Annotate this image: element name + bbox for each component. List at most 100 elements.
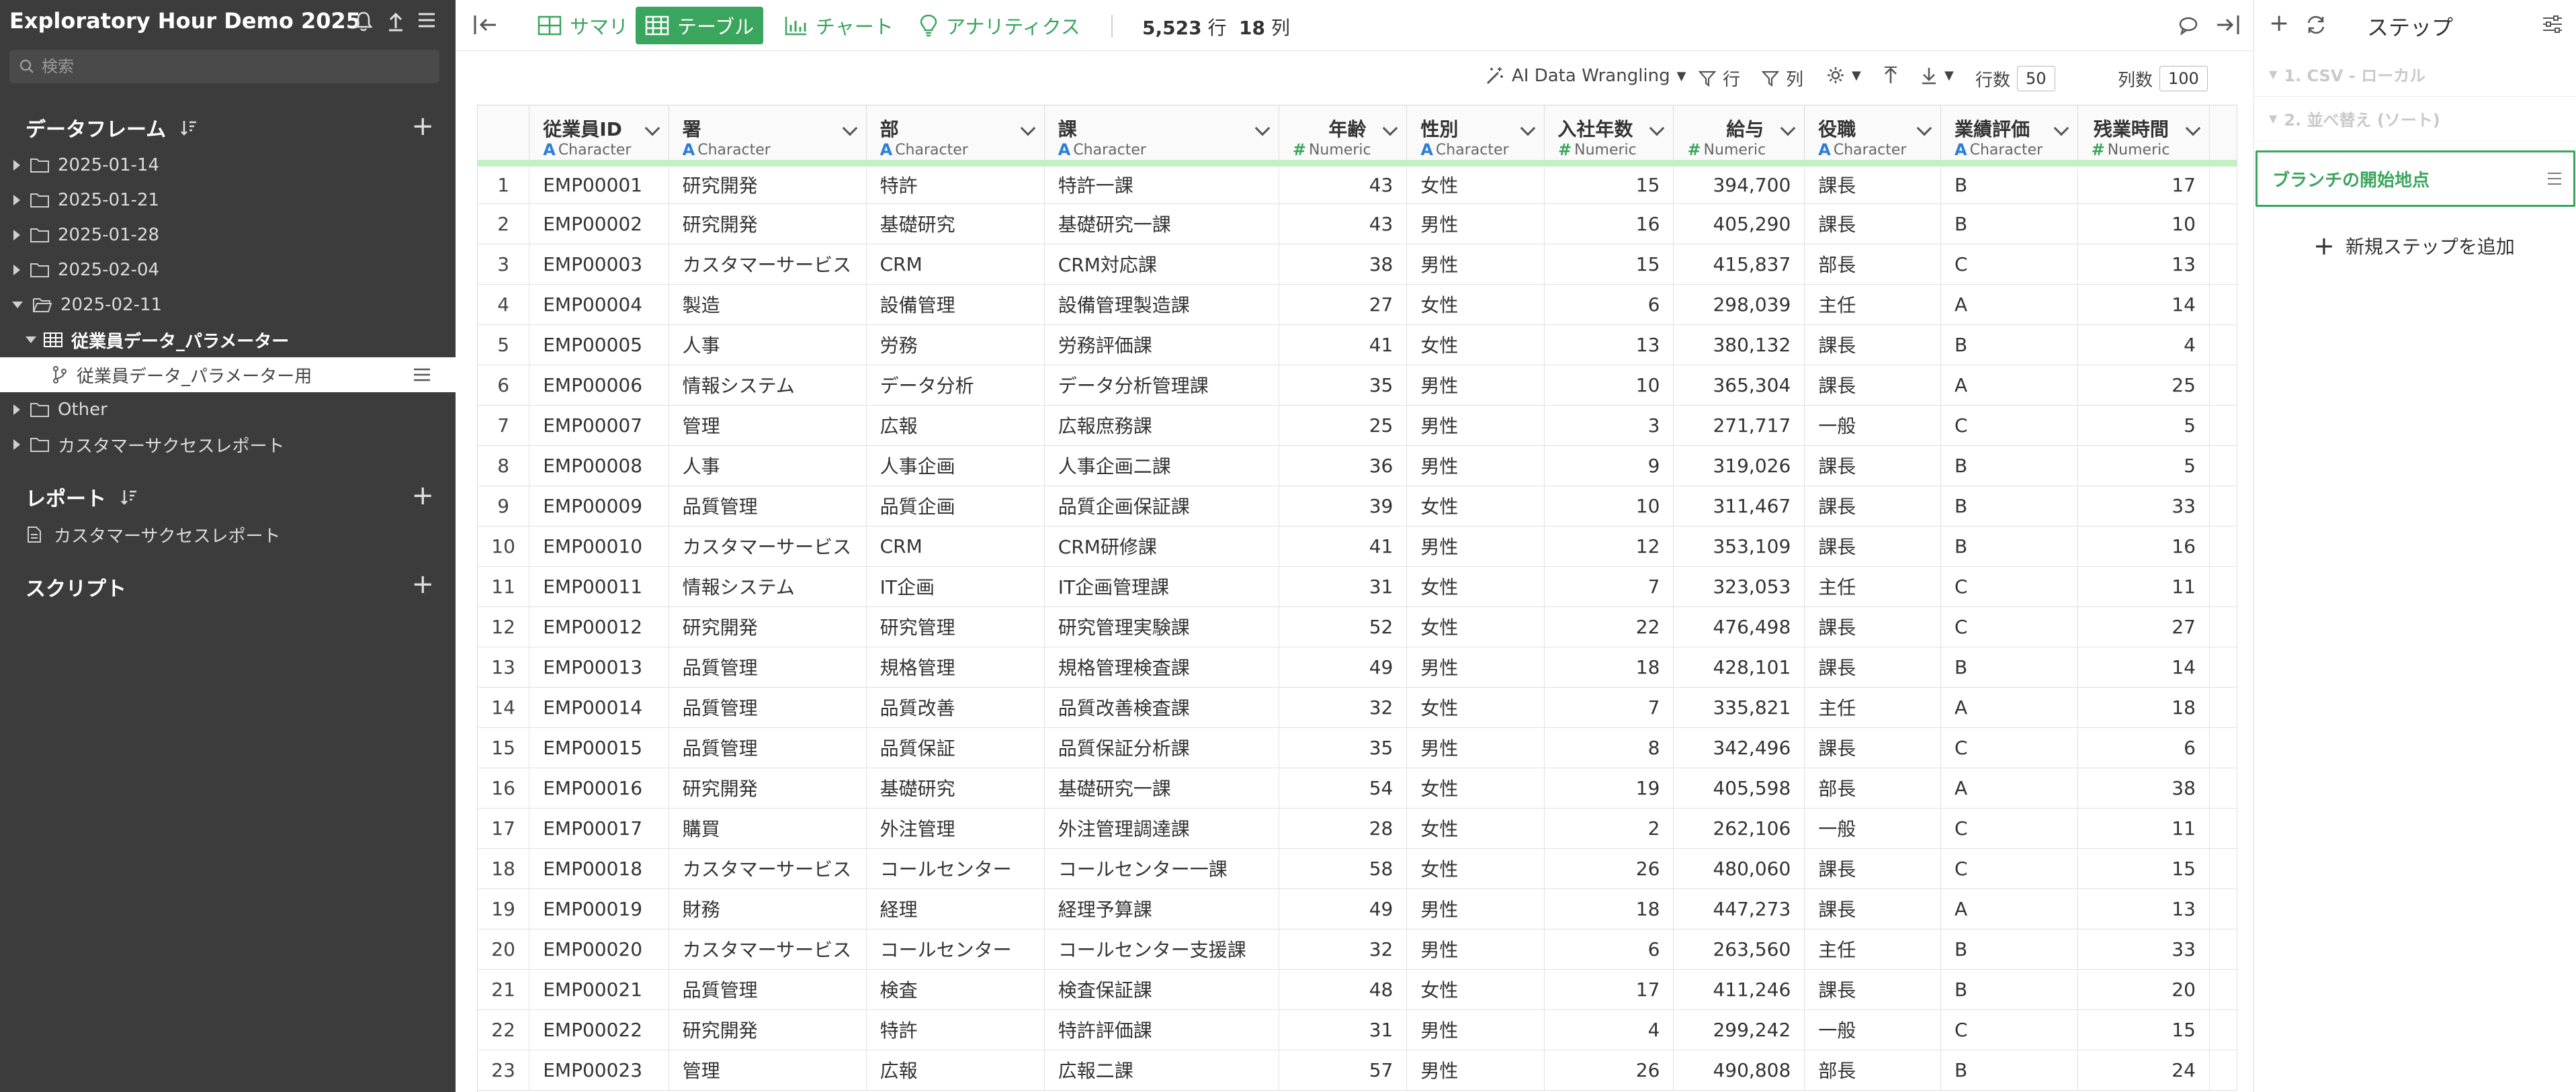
table-row[interactable]: 14 EMP00014 品質管理 品質改善 品質改善検査課 32 女性 7 335,821 主任 A…: [478, 687, 2237, 728]
add-dataframe-button[interactable]: +: [411, 113, 434, 140]
branch-start-step[interactable]: ブランチの開始地点: [2256, 150, 2575, 207]
table-row[interactable]: 5 EMP00005 人事 労務 労務評価課 41 女性 13 380,132 課長 B 4: [478, 324, 2237, 365]
table-row[interactable]: 13 EMP00013 品質管理 規格管理 規格管理検査課 49 男性 18 428,101 課長…: [478, 647, 2237, 688]
collapse-right-panel-icon[interactable]: [2215, 13, 2240, 36]
table-row[interactable]: 22 EMP00022 研究開発 特許 特許評価課 31 男性 4 299,242 一般 C 15: [478, 1009, 2237, 1050]
table-row[interactable]: 23 EMP00023 管理 広報 広報二課 57 男性 26 490,808 部長 B 24: [478, 1050, 2237, 1091]
sort-icon[interactable]: [179, 118, 198, 137]
report-item[interactable]: カスタマーサクセスレポート: [0, 517, 456, 552]
hamburger-icon[interactable]: [2546, 171, 2563, 186]
table-row[interactable]: 11 EMP00011 情報システム IT企画 IT企画管理課 31 女性 7 323,053 主…: [478, 566, 2237, 607]
add-new-step-button[interactable]: + 新規ステップを追加: [2313, 231, 2515, 261]
folder-item-expanded[interactable]: 2025-02-11: [0, 287, 456, 322]
add-step-plus-button[interactable]: +: [2269, 9, 2289, 37]
folder-item[interactable]: Other: [0, 392, 456, 427]
table-cell: 25: [1279, 405, 1408, 446]
dataframe-item[interactable]: 従業員データ_パラメーター: [0, 322, 456, 357]
column-header[interactable]: 部 A Character: [866, 105, 1045, 167]
table-options-bar: AI Data Wrangling ▼ 行 列 ▼ ▼ 行数 50 列数 100: [456, 51, 2253, 105]
table-row[interactable]: 4 EMP00004 製造 設備管理 設備管理製造課 27 女性 6 298,039 主任 A 14: [478, 284, 2237, 325]
app-title[interactable]: Exploratory Hour Demo 2025: [9, 8, 361, 34]
table-row[interactable]: 18 EMP00018 カスタマーサービス コールセンター コールセンター一課 58 女性 2…: [478, 848, 2237, 889]
tab-table[interactable]: テーブル: [636, 7, 764, 44]
chevron-down-icon[interactable]: [1520, 120, 1536, 136]
chevron-down-icon[interactable]: [842, 120, 857, 136]
folder-item[interactable]: 2025-01-14: [0, 148, 456, 183]
data-grid[interactable]: 従業員ID A Character 署 A Character 部 A Character 課 A C…: [477, 105, 2237, 1092]
comment-icon[interactable]: [2178, 16, 2198, 35]
menu-icon[interactable]: [415, 11, 438, 34]
table-cell: 14: [2077, 647, 2210, 688]
column-header[interactable]: 課 A Character: [1044, 105, 1279, 167]
table-row[interactable]: 7 EMP00007 管理 広報 広報庶務課 25 男性 3 271,717 一般 C 5: [478, 405, 2237, 446]
table-row[interactable]: 21 EMP00021 品質管理 検査 検査保証課 48 女性 17 411,246 課長 B 20: [478, 969, 2237, 1010]
download-button[interactable]: ▼: [1920, 66, 1954, 85]
branch-item[interactable]: 従業員データ_パラメーター用: [0, 357, 456, 392]
step-item[interactable]: ▼ 1. CSV - ローカル: [2254, 52, 2576, 97]
table-cell-overflow: [2209, 969, 2237, 1010]
table-cell: 品質管理: [669, 687, 867, 728]
table-row[interactable]: 20 EMP00020 カスタマーサービス コールセンター コールセンター支援課 32 男性…: [478, 929, 2237, 970]
table-row[interactable]: 16 EMP00016 研究開発 基礎研究 基礎研究一課 54 女性 19 405,598 部長 A…: [478, 768, 2237, 809]
column-header[interactable]: 役職 A Character: [1804, 105, 1941, 167]
tab-summary[interactable]: サマリ: [528, 7, 638, 44]
chevron-down-icon[interactable]: [1254, 120, 1271, 136]
column-type-label: Character: [1435, 141, 1509, 158]
table-row[interactable]: 12 EMP00012 研究開発 研究管理 研究管理実験課 52 女性 22 476,498 課長…: [478, 606, 2237, 647]
column-header[interactable]: 入社年数 # Numeric: [1544, 105, 1674, 167]
settings-button[interactable]: ▼: [1826, 66, 1861, 85]
folder-item[interactable]: カスタマーサクセスレポート: [0, 427, 456, 462]
step-item[interactable]: ▼ 2. 並べ替え (ソート): [2254, 97, 2576, 141]
upload-icon[interactable]: [384, 11, 407, 34]
add-script-button[interactable]: +: [411, 571, 434, 598]
column-header[interactable]: 署 A Character: [669, 105, 867, 167]
chevron-down-icon[interactable]: [1780, 120, 1796, 136]
column-header[interactable]: 年齢 # Numeric: [1279, 105, 1408, 167]
chevron-down-icon[interactable]: [1383, 120, 1398, 136]
table-cell: 人事: [669, 445, 867, 486]
cols-count-input[interactable]: 100: [2159, 66, 2208, 91]
chevron-down-icon[interactable]: [2185, 120, 2201, 136]
folder-item[interactable]: 2025-01-21: [0, 183, 456, 218]
scroll-top-button[interactable]: [1883, 66, 1899, 85]
collapse-sidebar-icon[interactable]: [473, 13, 499, 36]
col-filter-button[interactable]: 列: [1762, 66, 1803, 91]
column-header[interactable]: 従業員ID A Character: [529, 105, 669, 167]
chevron-down-icon[interactable]: [1649, 120, 1665, 136]
table-cell: B: [1940, 324, 2078, 365]
table-row[interactable]: 19 EMP00019 財務 経理 経理予算課 49 男性 18 447,273 課長 A 13: [478, 889, 2237, 929]
table-row[interactable]: 9 EMP00009 品質管理 品質企画 品質企画保証課 39 女性 10 311,467 課長 B…: [478, 486, 2237, 527]
column-header[interactable]: 性別 A Character: [1406, 105, 1545, 167]
table-row[interactable]: 3 EMP00003 カスタマーサービス CRM CRM対応課 38 男性 15 415,837…: [478, 244, 2237, 285]
ai-data-wrangling-button[interactable]: AI Data Wrangling ▼: [1485, 66, 1686, 86]
chevron-down-icon[interactable]: [644, 120, 660, 136]
row-filter-button[interactable]: 行: [1699, 66, 1740, 91]
table-row[interactable]: 6 EMP00006 情報システム データ分析 データ分析管理課 35 男性 10 365,30…: [478, 365, 2237, 406]
table-row[interactable]: 15 EMP00015 品質管理 品質保証 品質保証分析課 35 男性 8 342,496 課長 C…: [478, 727, 2237, 768]
refresh-icon[interactable]: [2305, 15, 2327, 35]
column-header[interactable]: 業績評価 A Character: [1940, 105, 2078, 167]
column-header[interactable]: 残業時間 # Numeric: [2077, 105, 2210, 167]
sidebar-search[interactable]: [9, 50, 439, 83]
bell-icon[interactable]: [352, 11, 375, 34]
search-input[interactable]: [42, 57, 431, 76]
arrow-up-icon: [1885, 66, 1897, 83]
hamburger-icon[interactable]: [413, 367, 431, 382]
chevron-down-icon[interactable]: [1020, 120, 1036, 136]
sliders-icon[interactable]: [2542, 15, 2563, 34]
chevron-down-icon[interactable]: [1916, 120, 1932, 136]
column-header[interactable]: 給与 # Numeric: [1673, 105, 1805, 167]
table-row[interactable]: 1 EMP00001 研究開発 特許 特許一課 43 女性 15 394,700 課長 B 17: [478, 163, 2237, 204]
table-row[interactable]: 2 EMP00002 研究開発 基礎研究 基礎研究一課 43 男性 16 405,290 課長 B 1…: [478, 203, 2237, 244]
folder-item[interactable]: 2025-02-04: [0, 253, 456, 287]
chevron-down-icon[interactable]: [2053, 120, 2069, 136]
tab-chart[interactable]: チャート: [775, 7, 903, 44]
sort-icon[interactable]: [120, 488, 138, 506]
folder-item[interactable]: 2025-01-28: [0, 218, 456, 253]
rows-count-input[interactable]: 50: [2017, 66, 2055, 91]
table-row[interactable]: 10 EMP00010 カスタマーサービス CRM CRM研修課 41 男性 12 353,10…: [478, 526, 2237, 567]
tab-analytics[interactable]: アナリティクス: [910, 7, 1090, 44]
add-report-button[interactable]: +: [411, 482, 434, 509]
table-row[interactable]: 17 EMP00017 購買 外注管理 外注管理調達課 28 女性 2 262,106 一般 C 11: [478, 808, 2237, 849]
table-row[interactable]: 8 EMP00008 人事 人事企画 人事企画二課 36 男性 9 319,026 課長 B 5: [478, 445, 2237, 486]
